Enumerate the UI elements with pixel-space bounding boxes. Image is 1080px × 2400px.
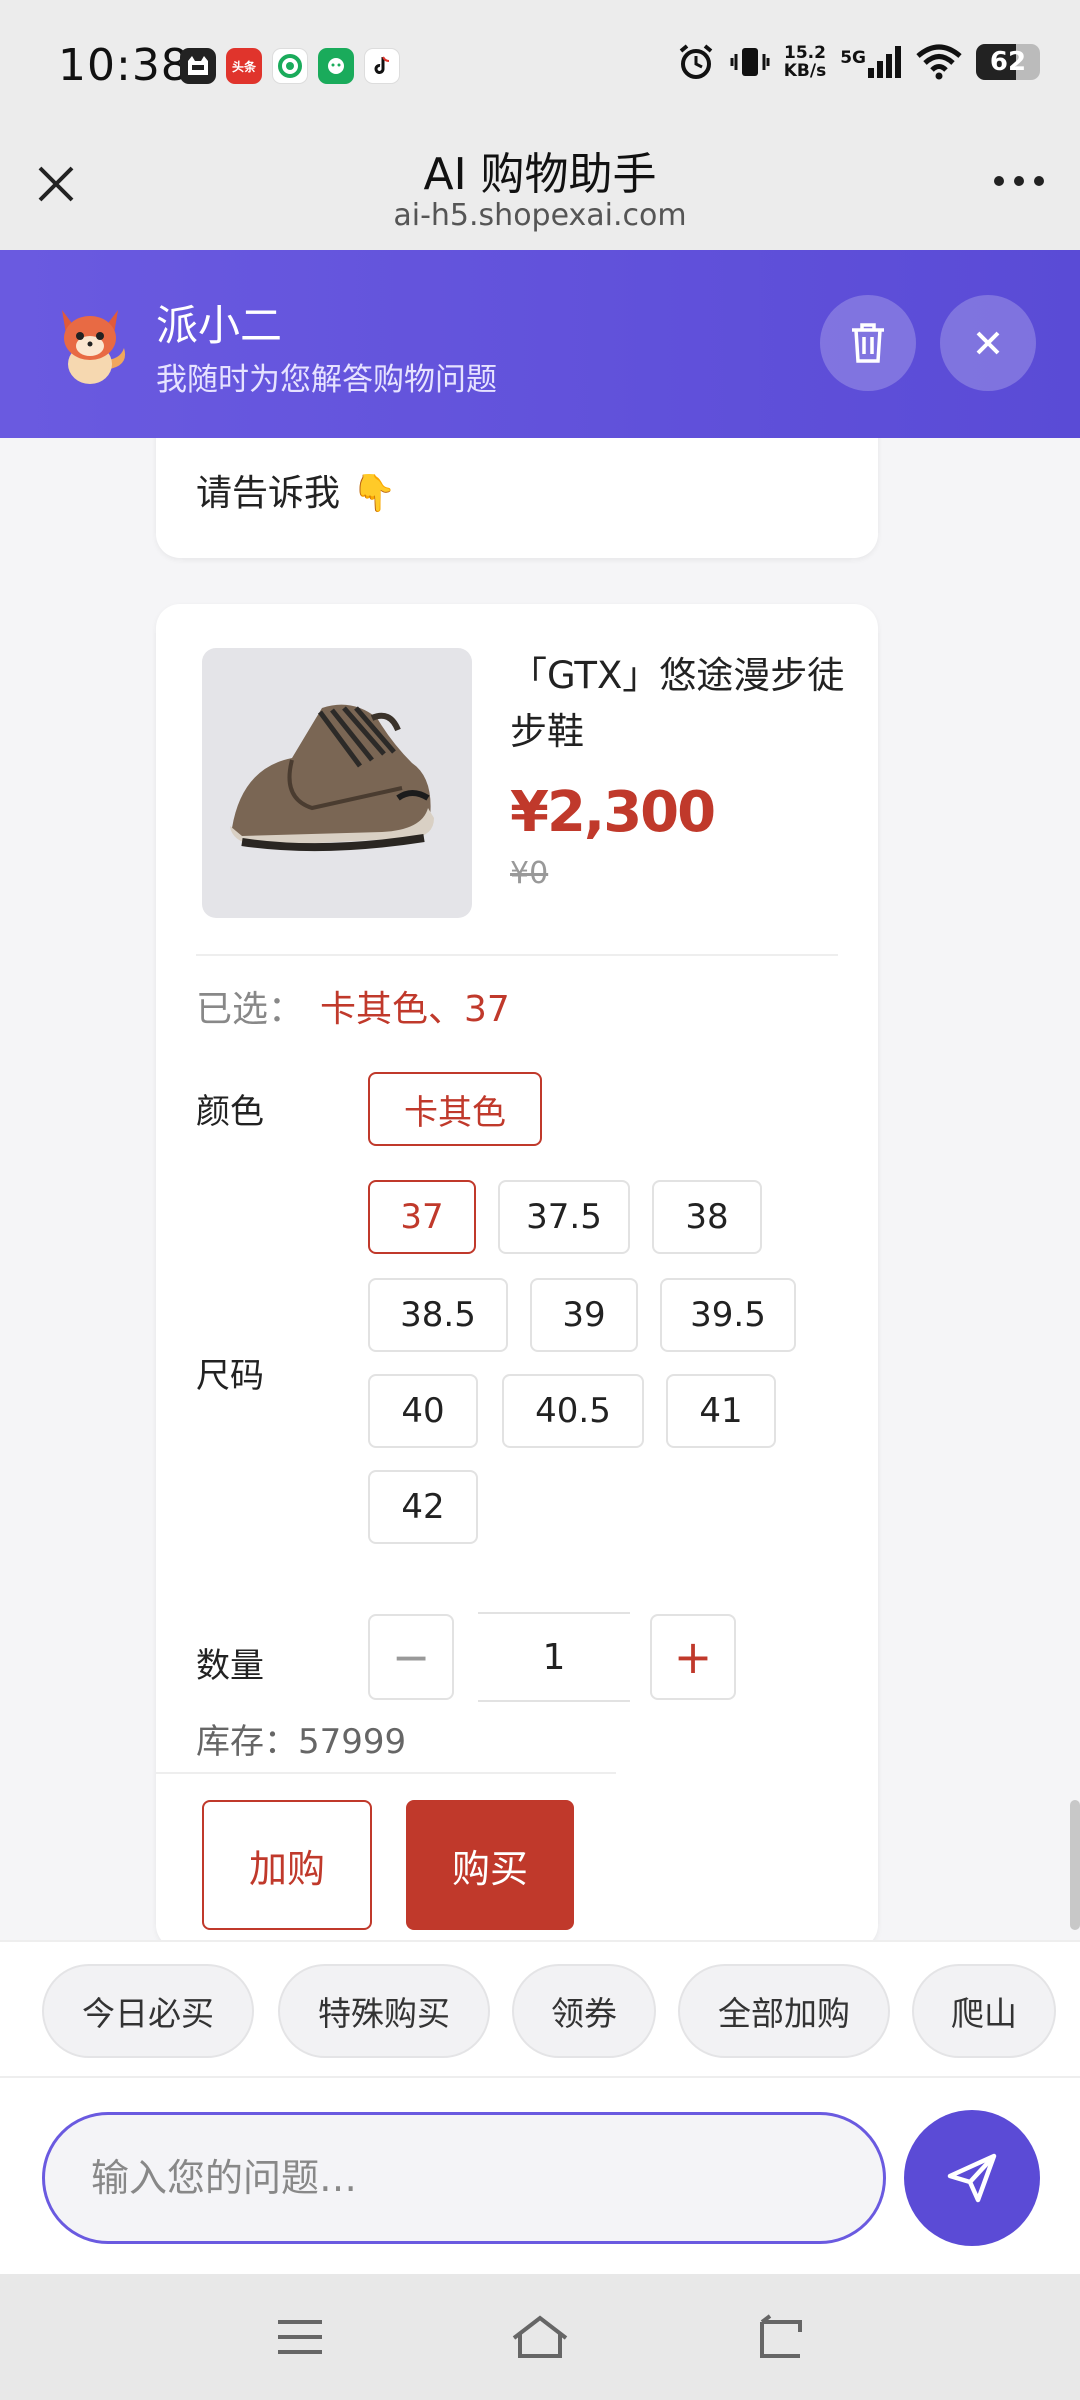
assistant-header: 派小二 我随时为您解答购物问题 bbox=[0, 250, 1080, 438]
net-speed: 15.2 KB/s bbox=[783, 43, 827, 81]
product-price: ¥2,300 bbox=[510, 780, 716, 845]
toutiao-app-icon: 头条 bbox=[226, 48, 262, 84]
stock-count: 库存：57999 bbox=[196, 1722, 407, 1762]
back-icon bbox=[760, 2314, 802, 2358]
quantity-value[interactable]: 1 bbox=[478, 1612, 630, 1702]
system-nav-bar bbox=[0, 2274, 1080, 2400]
send-button[interactable] bbox=[904, 2110, 1040, 2246]
message-input-bar bbox=[0, 2076, 1080, 2274]
chip-hiking[interactable]: 爬山 bbox=[912, 1964, 1056, 2058]
divider bbox=[196, 954, 838, 956]
buy-button[interactable]: 购买 bbox=[406, 1800, 574, 1930]
assistant-name: 派小二 bbox=[156, 301, 283, 350]
notification-icons: 头条 bbox=[180, 48, 400, 84]
send-icon bbox=[947, 2153, 997, 2203]
battery-icon: 62 bbox=[976, 44, 1040, 80]
selected-value: 卡其色、37 bbox=[320, 989, 510, 1030]
wifi-icon bbox=[916, 44, 962, 80]
menu-icon bbox=[278, 2320, 322, 2354]
clear-chat-button[interactable] bbox=[820, 295, 916, 391]
status-indicators: 15.2 KB/s 5G 62 bbox=[676, 42, 1040, 82]
mascot-app-icon bbox=[180, 48, 216, 84]
size-label: 尺码 bbox=[196, 1356, 264, 1396]
chip-coupons[interactable]: 领券 bbox=[512, 1964, 656, 2058]
chat-scrollbar[interactable] bbox=[1070, 1800, 1080, 1930]
product-name: 「GTX」悠途漫步徒步鞋 bbox=[510, 654, 845, 753]
page-url: ai-h5.shopexai.com bbox=[393, 198, 687, 233]
original-price: ¥0 bbox=[510, 856, 549, 891]
green-app-icon bbox=[272, 48, 308, 84]
chat-area[interactable]: 请告诉我 👇 「GTX」悠途漫步徒步鞋 ¥2,300 ¥0 已选： 卡其色、37… bbox=[0, 438, 1080, 1940]
alarm-icon bbox=[679, 44, 713, 79]
hiking-shoe-image bbox=[230, 704, 434, 852]
size-option[interactable]: 37.5 bbox=[498, 1180, 630, 1254]
quick-reply-chips: 今日必买 特殊购买 领券 全部加购 爬山 bbox=[0, 1940, 1080, 2076]
home-icon bbox=[512, 2315, 568, 2358]
product-image[interactable] bbox=[202, 648, 472, 918]
color-option[interactable]: 卡其色 bbox=[368, 1072, 542, 1146]
status-bar: 10:38 头条 15.2 KB/s 5G 62 bbox=[0, 0, 1080, 130]
home-button[interactable] bbox=[510, 2312, 570, 2362]
close-assistant-button[interactable] bbox=[940, 295, 1036, 391]
vibrate-icon bbox=[730, 48, 770, 76]
trash-icon bbox=[852, 323, 884, 363]
browser-nav-bar: AI 购物助手 ai-h5.shopexai.com bbox=[0, 130, 1080, 250]
product-card: 「GTX」悠途漫步徒步鞋 ¥2,300 ¥0 已选： 卡其色、37 颜色 卡其色… bbox=[156, 604, 878, 1940]
menu-button[interactable] bbox=[270, 2312, 330, 2362]
chip-add-all-to-cart[interactable]: 全部加购 bbox=[678, 1964, 890, 2058]
chip-special-purchase[interactable]: 特殊购买 bbox=[278, 1964, 490, 2058]
quantity-increase-button[interactable]: + bbox=[650, 1614, 736, 1700]
quantity-decrease-button[interactable]: − bbox=[368, 1614, 454, 1700]
more-menu-button[interactable] bbox=[994, 176, 1044, 186]
size-option[interactable]: 39.5 bbox=[660, 1278, 796, 1352]
size-option[interactable]: 42 bbox=[368, 1470, 478, 1544]
divider bbox=[156, 1772, 616, 1774]
tiktok-app-icon bbox=[364, 48, 400, 84]
quantity-label: 数量 bbox=[196, 1646, 264, 1686]
size-option[interactable]: 40.5 bbox=[502, 1374, 644, 1448]
page-title: AI 购物助手 bbox=[423, 149, 657, 200]
chip-today-must-buy[interactable]: 今日必买 bbox=[42, 1964, 254, 2058]
add-to-cart-button[interactable]: 加购 bbox=[202, 1800, 372, 1930]
message-text: 请告诉我 👇 bbox=[196, 473, 397, 514]
close-icon bbox=[976, 331, 1000, 355]
status-time: 10:38 bbox=[58, 40, 190, 91]
color-label: 颜色 bbox=[196, 1092, 264, 1132]
assistant-avatar bbox=[62, 310, 126, 384]
selected-label: 已选： bbox=[196, 989, 305, 1030]
cell-signal-icon: 5G bbox=[840, 46, 902, 78]
size-option[interactable]: 38 bbox=[652, 1180, 762, 1254]
size-option[interactable]: 40 bbox=[368, 1374, 478, 1448]
size-option[interactable]: 38.5 bbox=[368, 1278, 508, 1352]
back-button[interactable] bbox=[750, 2312, 810, 2362]
size-option[interactable]: 39 bbox=[530, 1278, 638, 1352]
assistant-message-bubble: 请告诉我 👇 bbox=[156, 438, 878, 558]
more-dots-icon bbox=[994, 176, 1004, 186]
size-option[interactable]: 37 bbox=[368, 1180, 476, 1254]
assistant-subtitle: 我随时为您解答购物问题 bbox=[156, 362, 497, 398]
size-option[interactable]: 41 bbox=[666, 1374, 776, 1448]
wechat-app-icon bbox=[318, 48, 354, 84]
question-input[interactable] bbox=[42, 2112, 886, 2244]
